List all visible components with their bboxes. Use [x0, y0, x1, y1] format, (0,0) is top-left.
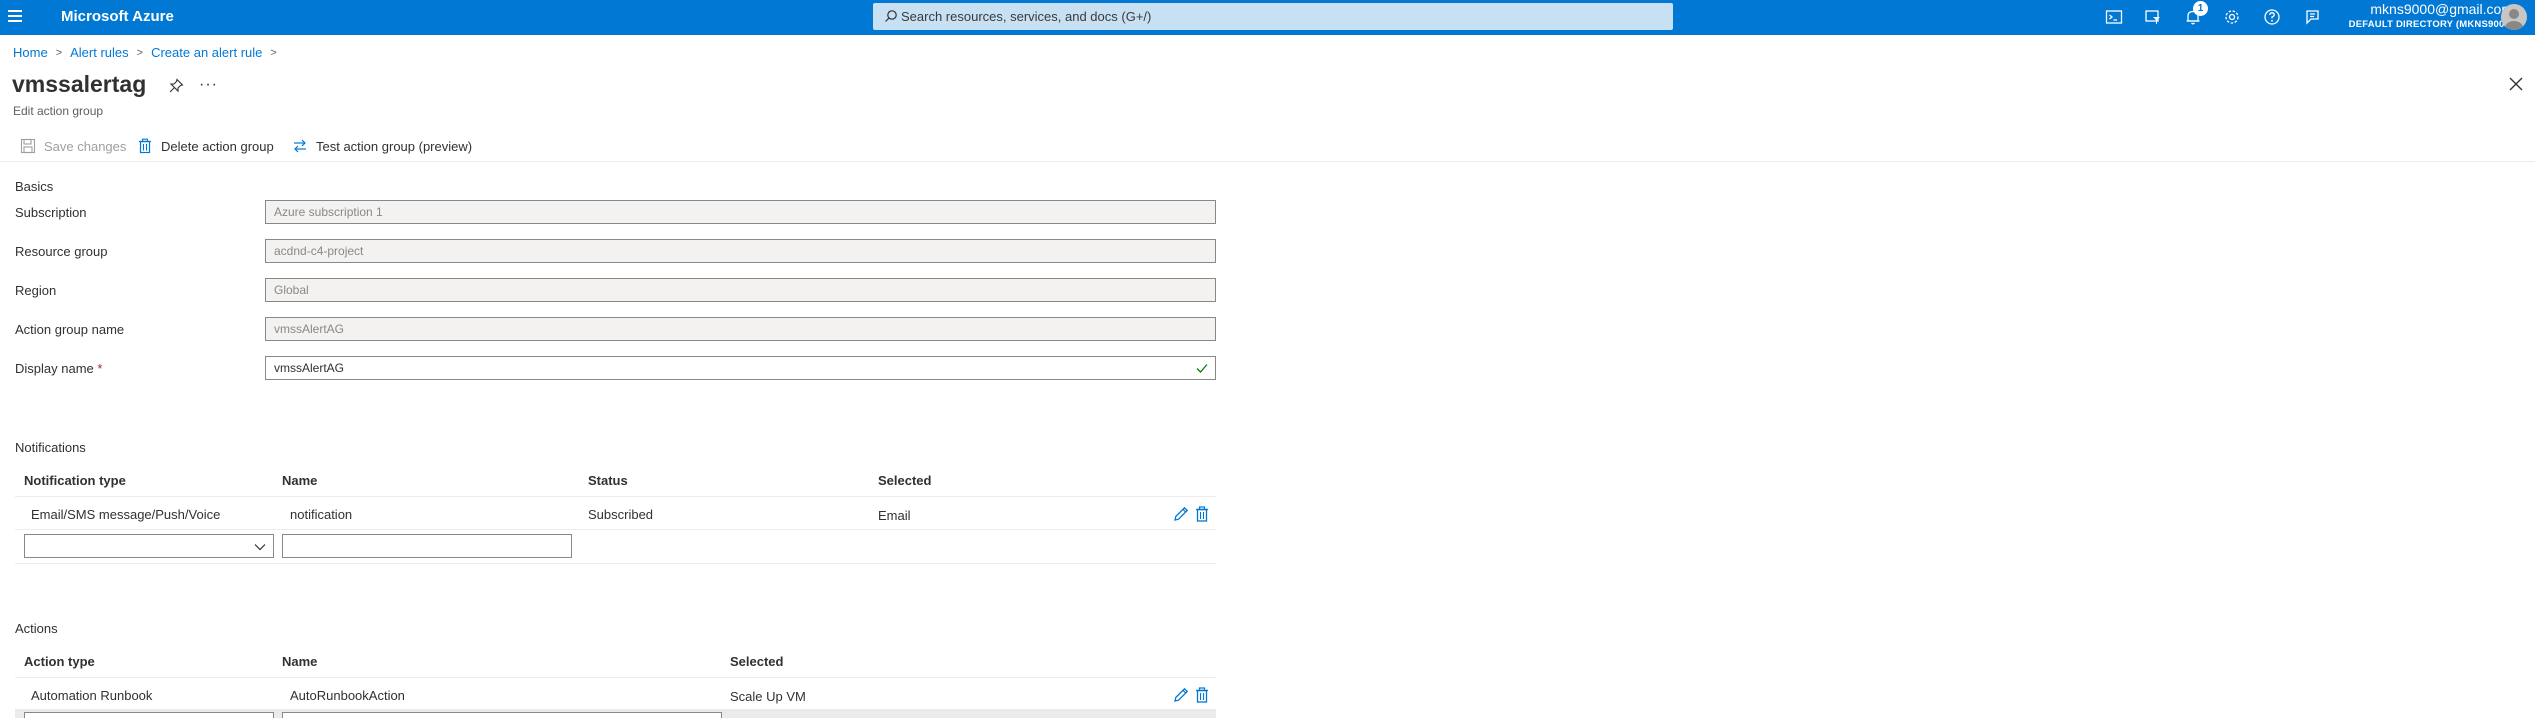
actions-section-title: Actions	[15, 621, 58, 636]
region-label: Region	[15, 283, 57, 298]
trash-icon[interactable]	[1193, 686, 1211, 704]
divider	[15, 677, 1216, 678]
column-header-notification-type: Notification type	[24, 473, 126, 488]
search-input[interactable]	[901, 3, 1661, 30]
save-changes-label: Save changes	[44, 138, 127, 154]
feedback-icon[interactable]	[2299, 5, 2325, 31]
breadcrumb-create-alert-rule[interactable]: Create an alert rule	[151, 45, 262, 60]
notifications-section-title: Notifications	[15, 440, 86, 455]
test-action-group-button[interactable]: Test action group (preview)	[292, 134, 472, 158]
trash-icon	[139, 138, 151, 154]
breadcrumb-home[interactable]: Home	[13, 45, 48, 60]
top-bar: Microsoft Azure 1 mkns9000@gmail.com DEF…	[0, 0, 2535, 35]
column-header-action-name: Name	[282, 654, 318, 669]
display-name-value: vmssAlertAG	[274, 361, 345, 375]
page-title: vmssalertag	[12, 71, 147, 97]
brand-title[interactable]: Microsoft Azure	[61, 8, 174, 25]
chevron-right-icon: >	[270, 46, 277, 59]
chevron-right-icon: >	[55, 46, 63, 59]
user-avatar-icon	[2505, 9, 2523, 30]
resource-group-label: Resource group	[15, 244, 108, 259]
subscription-label: Subscription	[15, 205, 87, 220]
column-header-selected: Selected	[878, 473, 932, 488]
trash-icon[interactable]	[1193, 505, 1211, 523]
avatar[interactable]	[2501, 4, 2527, 30]
global-search[interactable]	[873, 3, 1673, 30]
page-subtitle: Edit action group	[13, 104, 104, 118]
close-icon[interactable]	[2508, 76, 2524, 92]
chevron-down-icon	[254, 544, 266, 551]
divider	[15, 496, 1216, 497]
action-name-cell: AutoRunbookAction	[290, 688, 405, 703]
search-icon	[885, 10, 897, 22]
required-asterisk: *	[97, 361, 103, 376]
notification-count-badge: 1	[2193, 1, 2208, 16]
breadcrumb-alert-rules[interactable]: Alert rules	[70, 45, 129, 60]
column-header-action-selected: Selected	[730, 654, 784, 669]
basics-section-title: Basics	[15, 179, 54, 194]
notification-type-cell: Email/SMS message/Push/Voice	[31, 507, 221, 522]
divider	[15, 529, 1216, 530]
column-header-action-type: Action type	[24, 654, 95, 669]
action-group-name-value: vmssAlertAG	[274, 322, 345, 336]
pin-icon[interactable]	[168, 78, 184, 94]
cloud-shell-icon[interactable]	[2101, 5, 2127, 31]
subscription-field: Azure subscription 1	[265, 200, 1216, 224]
display-name-label: Display name	[15, 361, 94, 376]
notification-status-cell: Subscribed	[588, 507, 654, 522]
settings-icon[interactable]	[2219, 5, 2245, 31]
notification-selected-cell: Email	[878, 508, 911, 523]
chevron-right-icon: >	[136, 46, 144, 59]
action-name-input[interactable]	[282, 712, 722, 718]
hamburger-menu-icon[interactable]	[8, 7, 26, 27]
edit-icon[interactable]	[1172, 686, 1190, 704]
account-email: mkns9000@gmail.com	[2370, 1, 2513, 17]
account-menu[interactable]: mkns9000@gmail.com DEFAULT DIRECTORY (MK…	[2348, 1, 2527, 31]
column-header-status: Status	[588, 473, 628, 488]
notifications-icon[interactable]: 1	[2180, 1, 2208, 31]
account-directory: DEFAULT DIRECTORY (MKNS900...	[2348, 19, 2513, 30]
column-header-name: Name	[282, 473, 318, 488]
resource-group-field: acdnd-c4-project	[265, 239, 1216, 263]
notification-name-cell: notification	[290, 507, 353, 522]
action-group-name-field: vmssAlertAG	[265, 317, 1216, 341]
subscription-value: Azure subscription 1	[274, 205, 383, 219]
region-field: Global	[265, 278, 1216, 302]
more-options-icon[interactable]: ···	[199, 76, 218, 94]
divider	[15, 563, 1216, 564]
delete-action-group-button[interactable]: Delete action group	[137, 134, 274, 158]
directory-filter-icon[interactable]	[2140, 5, 2166, 31]
edit-icon[interactable]	[1172, 505, 1190, 523]
swap-arrows-icon	[294, 139, 306, 153]
region-value: Global	[274, 283, 309, 297]
test-action-group-label: Test action group (preview)	[316, 138, 473, 154]
display-name-label-row: Display name *	[15, 361, 102, 376]
action-selected-cell: Scale Up VM	[730, 689, 806, 704]
action-type-dropdown[interactable]	[24, 712, 274, 718]
check-icon	[1196, 364, 1208, 373]
help-icon[interactable]	[2259, 5, 2285, 31]
action-type-cell: Automation Runbook	[31, 688, 153, 703]
action-group-name-label: Action group name	[15, 322, 125, 337]
command-bar: Save changes Delete action group Test ac…	[0, 132, 2535, 162]
breadcrumb: Home > Alert rules > Create an alert rul…	[13, 45, 285, 60]
save-icon	[20, 138, 36, 154]
notification-type-dropdown[interactable]	[24, 534, 274, 558]
notification-name-input[interactable]	[282, 534, 572, 558]
delete-action-group-label: Delete action group	[161, 138, 274, 154]
display-name-field[interactable]: vmssAlertAG	[265, 356, 1216, 380]
resource-group-value: acdnd-c4-project	[274, 244, 364, 258]
save-changes-button[interactable]: Save changes	[20, 134, 126, 158]
